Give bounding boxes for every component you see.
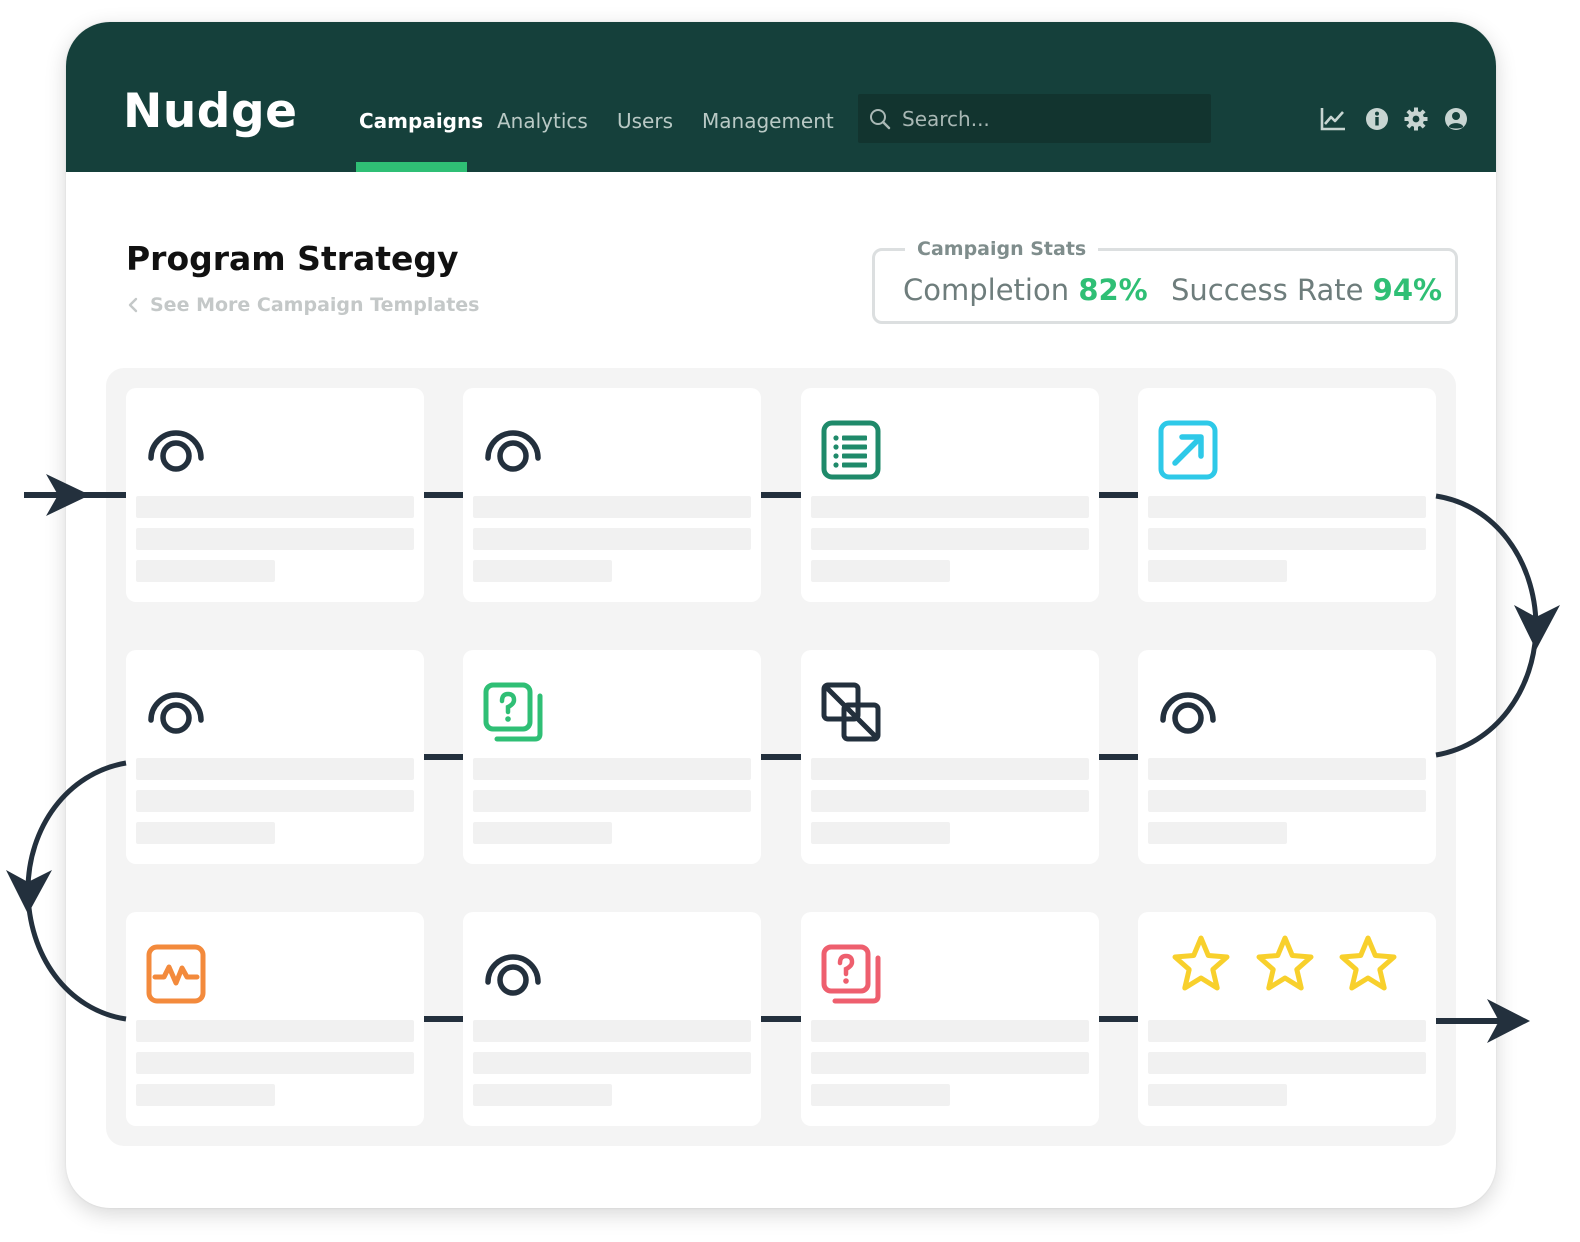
search-icon: [870, 109, 891, 130]
text-placeholder: [811, 1052, 1089, 1074]
flow-connector: [1099, 754, 1139, 760]
campaign-step-card[interactable]: [126, 650, 424, 864]
chart-icon[interactable]: [1320, 106, 1346, 132]
text-placeholder: [811, 1084, 950, 1106]
flow-connector: [1099, 492, 1139, 498]
campaign-step-card[interactable]: [463, 650, 761, 864]
chevron-left-icon: [128, 297, 138, 313]
text-placeholder: [473, 758, 751, 780]
campaign-step-card[interactable]: [1138, 912, 1436, 1126]
see-more-templates-label: See More Campaign Templates: [150, 294, 480, 316]
text-placeholder: [473, 560, 612, 582]
question-cards-icon: [483, 682, 543, 742]
text-placeholder: [1148, 560, 1287, 582]
ring-icon: [148, 692, 204, 734]
text-placeholder: [1148, 528, 1426, 550]
text-placeholder: [136, 822, 275, 844]
gear-icon[interactable]: [1403, 106, 1429, 132]
tab-analytics[interactable]: Analytics: [497, 106, 588, 136]
text-placeholder: [1148, 1084, 1287, 1106]
text-placeholder: [1148, 822, 1287, 844]
search-box[interactable]: [858, 94, 1211, 143]
completion-value: 82%: [1078, 273, 1148, 307]
campaign-step-card[interactable]: [1138, 388, 1436, 602]
campaign-step-card[interactable]: [801, 912, 1099, 1126]
tab-campaigns[interactable]: Campaigns: [359, 106, 483, 136]
info-icon[interactable]: [1364, 106, 1390, 132]
text-placeholder: [136, 560, 275, 582]
text-placeholder: [473, 1020, 751, 1042]
flow-connector: [761, 1016, 801, 1022]
active-tab-indicator: [356, 162, 467, 172]
list-icon: [821, 420, 881, 480]
flow-connector: [761, 492, 801, 498]
text-placeholder: [473, 528, 751, 550]
completion-stat: Completion 82%: [903, 271, 1148, 309]
question-cards-icon: [821, 944, 881, 1004]
flow-connector: [1099, 1016, 1139, 1022]
text-placeholder: [811, 496, 1089, 518]
overlap-squares-icon: [821, 682, 881, 742]
search-input[interactable]: [900, 103, 1204, 135]
text-placeholder: [1148, 1020, 1426, 1042]
text-placeholder: [1148, 758, 1426, 780]
ring-icon: [485, 430, 541, 472]
success-rate-value: 94%: [1372, 273, 1443, 307]
app-logo[interactable]: Nudge: [123, 84, 297, 140]
text-placeholder: [473, 822, 612, 844]
rating-stars-icon: [1172, 935, 1397, 991]
text-placeholder: [811, 560, 950, 582]
text-placeholder: [1148, 1052, 1426, 1074]
see-more-templates-link[interactable]: See More Campaign Templates: [124, 292, 479, 318]
top-navbar: Nudge Campaigns Analytics Users Manageme…: [66, 22, 1496, 172]
success-rate-stat: Success Rate 94%: [1171, 271, 1442, 309]
app-window: Nudge Campaigns Analytics Users Manageme…: [66, 22, 1496, 1208]
text-placeholder: [473, 790, 751, 812]
campaign-step-card[interactable]: [126, 388, 424, 602]
campaign-stats-panel: Campaign Stats Completion 82% Success Ra…: [872, 235, 1458, 324]
text-placeholder: [136, 496, 414, 518]
flow-connector: [424, 754, 464, 760]
page-title: Program Strategy: [126, 239, 459, 278]
text-placeholder: [473, 1084, 612, 1106]
success-rate-label: Success Rate: [1171, 273, 1364, 307]
tab-users[interactable]: Users: [617, 106, 673, 136]
user-icon[interactable]: [1443, 106, 1469, 132]
activity-icon: [146, 944, 206, 1004]
text-placeholder: [136, 1084, 275, 1106]
campaign-step-card[interactable]: [126, 912, 424, 1126]
text-placeholder: [136, 758, 414, 780]
text-placeholder: [473, 496, 751, 518]
text-placeholder: [811, 822, 950, 844]
text-placeholder: [811, 790, 1089, 812]
text-placeholder: [811, 758, 1089, 780]
text-placeholder: [136, 1052, 414, 1074]
ring-icon: [1160, 692, 1216, 734]
text-placeholder: [136, 528, 414, 550]
flow-connector: [424, 492, 464, 498]
text-placeholder: [811, 528, 1089, 550]
flow-connector: [424, 1016, 464, 1022]
campaign-stats-legend: Campaign Stats: [905, 235, 1099, 263]
text-placeholder: [136, 1020, 414, 1042]
campaign-step-card[interactable]: [463, 912, 761, 1126]
text-placeholder: [1148, 790, 1426, 812]
ring-icon: [148, 430, 204, 472]
text-placeholder: [811, 1020, 1089, 1042]
tab-management[interactable]: Management: [702, 106, 834, 136]
completion-label: Completion: [903, 273, 1070, 307]
external-link-icon: [1158, 420, 1218, 480]
text-placeholder: [1148, 496, 1426, 518]
campaign-step-card[interactable]: [463, 388, 761, 602]
campaign-step-card[interactable]: [801, 388, 1099, 602]
campaign-step-card[interactable]: [801, 650, 1099, 864]
ring-icon: [485, 954, 541, 996]
flow-connector: [761, 754, 801, 760]
text-placeholder: [136, 790, 414, 812]
campaign-step-card[interactable]: [1138, 650, 1436, 864]
campaign-flow-board: [106, 368, 1456, 1146]
text-placeholder: [473, 1052, 751, 1074]
